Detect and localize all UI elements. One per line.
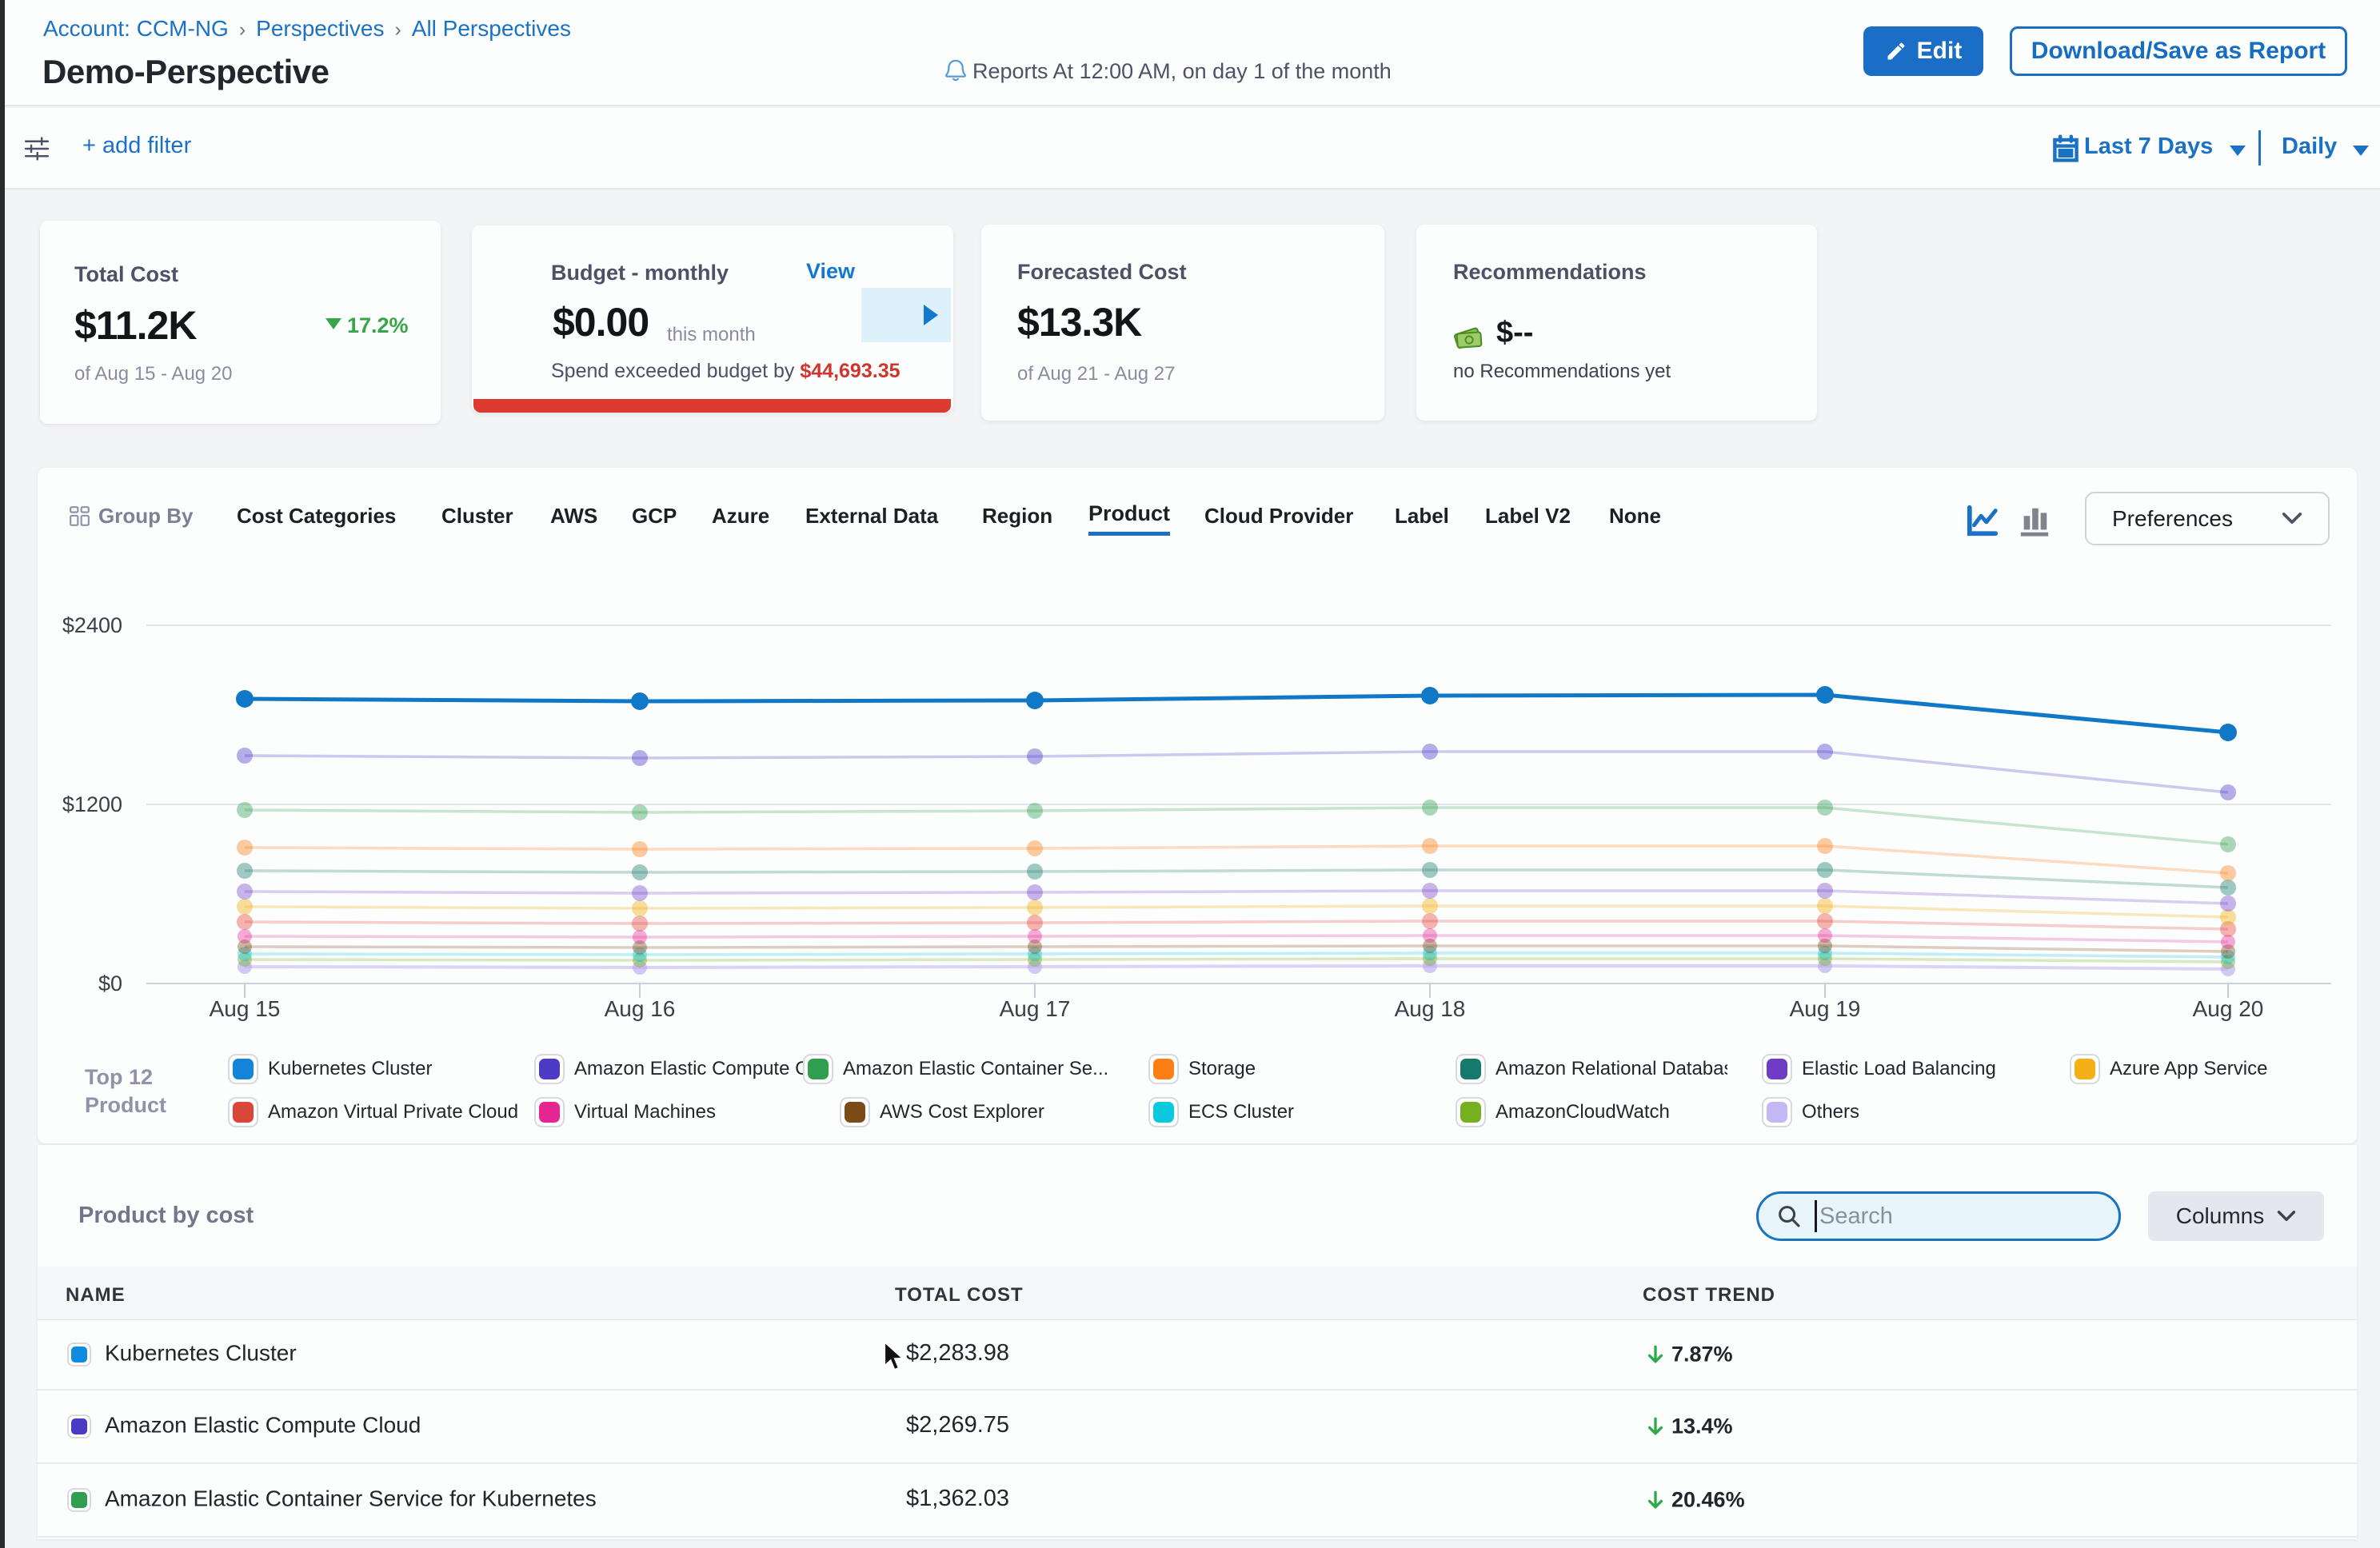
svg-text:Aug 17: Aug 17 (1000, 996, 1071, 1021)
svg-text:Aug 15: Aug 15 (210, 996, 281, 1021)
svg-text:$1200: $1200 (62, 792, 122, 816)
svg-text:Aug 18: Aug 18 (1395, 996, 1466, 1021)
svg-text:$2400: $2400 (62, 613, 122, 637)
svg-text:Aug 19: Aug 19 (1790, 996, 1861, 1021)
svg-text:$0: $0 (98, 971, 122, 995)
svg-text:Aug 16: Aug 16 (605, 996, 676, 1021)
svg-text:Aug 20: Aug 20 (2193, 996, 2264, 1021)
